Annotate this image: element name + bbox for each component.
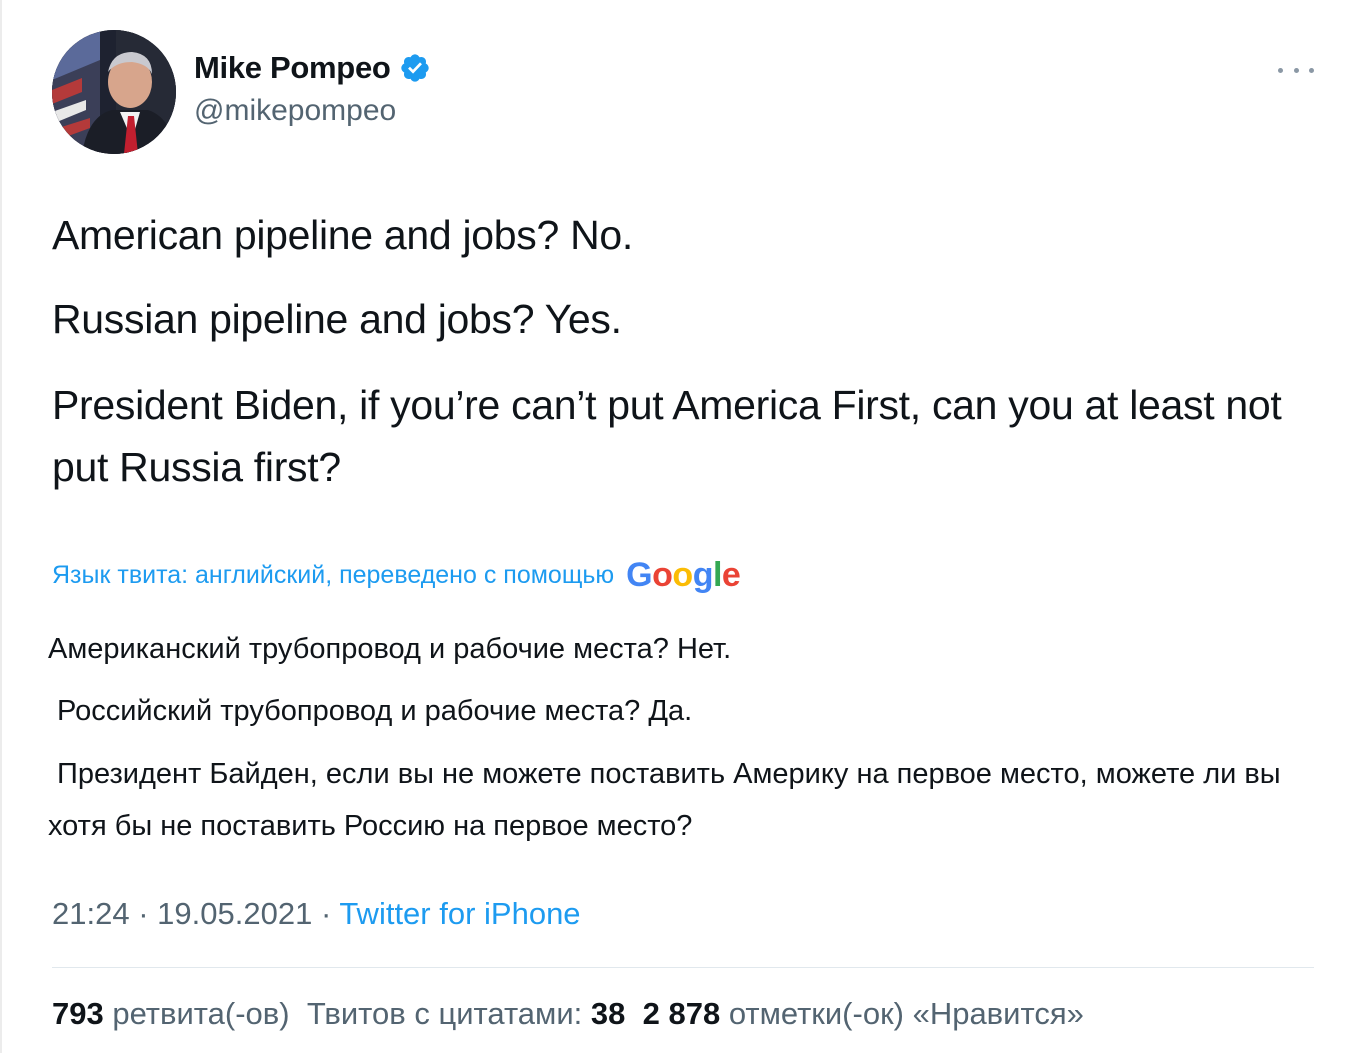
quotes-count: 38	[590, 996, 626, 1031]
tweet-text-line: American pipeline and jobs? No.	[52, 212, 633, 258]
likes-label: отметки(-ок) «Нравится»	[728, 996, 1084, 1031]
tweet-meta: 21:24 · 19.05.2021 · Twitter for iPhone	[52, 896, 581, 932]
engagement-stats: 793 ретвита(-ов) Твитов с цитатами: 38 2…	[52, 996, 1084, 1032]
divider	[52, 967, 1314, 968]
verified-badge-icon	[400, 54, 429, 82]
dot	[1278, 67, 1283, 73]
meta-separator: ·	[138, 896, 149, 931]
left-border	[0, 0, 2, 1053]
translated-text-line: Российский трубопровод и рабочие места? …	[57, 695, 693, 727]
tweet-date[interactable]: 19.05.2021	[157, 896, 312, 931]
translation-attribution[interactable]: Язык твита: английский, переведено с пом…	[52, 556, 741, 595]
dot	[1309, 67, 1314, 73]
tweet-text-line: President Biden, if you’re can’t put Ame…	[52, 382, 1282, 490]
author-handle[interactable]: @mikepompeo	[194, 94, 396, 128]
avatar-photo	[52, 30, 176, 154]
likes-count: 2 878	[642, 996, 721, 1031]
more-options-icon[interactable]	[1278, 58, 1314, 82]
google-logo: Google	[626, 556, 741, 594]
quotes-stat[interactable]: Твитов с цитатами: 38	[307, 996, 626, 1031]
quotes-label: Твитов с цитатами:	[306, 996, 583, 1031]
retweets-label: ретвита(-ов)	[112, 996, 290, 1031]
translated-text-line: Президент Байден, если вы не можете пост…	[48, 758, 1281, 842]
meta-separator: ·	[320, 896, 332, 931]
author-name-row[interactable]: Mike Pompeo	[194, 50, 431, 86]
translated-text-line: Американский трубопровод и рабочие места…	[48, 633, 732, 665]
display-name[interactable]: Mike Pompeo	[194, 50, 391, 86]
dot	[1293, 67, 1299, 73]
avatar[interactable]	[52, 30, 176, 154]
tweet-source-link[interactable]: Twitter for iPhone	[339, 896, 580, 931]
retweets-count: 793	[52, 996, 104, 1031]
tweet-card: Mike Pompeo @mikepompeo American pipelin…	[0, 0, 1354, 1053]
tweet-text-line: Russian pipeline and jobs? Yes.	[52, 296, 622, 342]
tweet-time[interactable]: 21:24	[52, 896, 130, 931]
likes-stat[interactable]: 2 878 отметки(-ок) «Нравится»	[643, 996, 1084, 1031]
retweets-stat[interactable]: 793 ретвита(-ов)	[52, 996, 290, 1031]
translation-label[interactable]: Язык твита: английский, переведено с пом…	[52, 561, 614, 590]
